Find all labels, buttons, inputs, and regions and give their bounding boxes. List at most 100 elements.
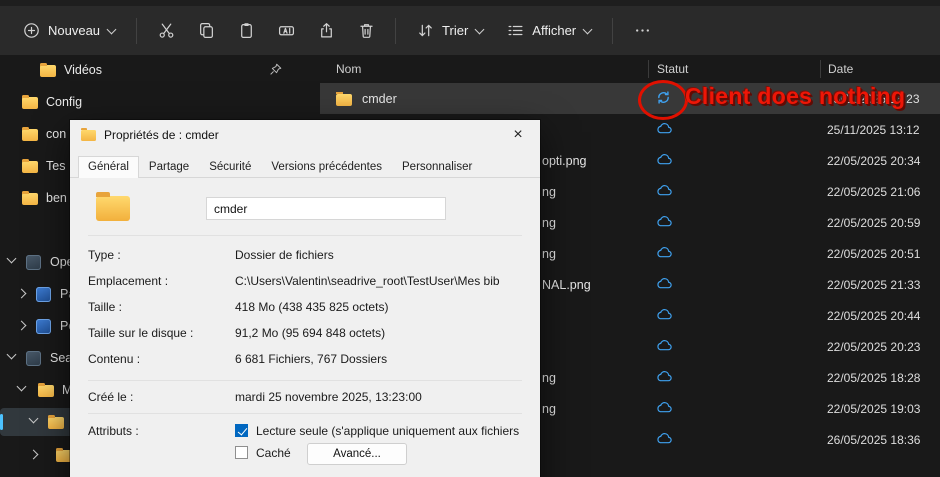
tab-sécurité[interactable]: Sécurité: [199, 156, 261, 178]
scissors-icon: [158, 22, 175, 39]
readonly-checkbox[interactable]: [235, 424, 248, 437]
property-label: Contenu :: [88, 352, 235, 366]
file-date: 26/05/2025 18:36: [820, 433, 940, 447]
chevron-right-icon[interactable]: [29, 450, 39, 460]
rename-button[interactable]: [267, 14, 305, 48]
folder-name-input[interactable]: [206, 197, 446, 220]
chevron-down-icon: [583, 24, 593, 34]
column-headers: Nom Statut Date: [320, 55, 940, 82]
sidebar-item-label: Vidéos: [64, 63, 102, 77]
sidebar-item-config[interactable]: Config: [0, 88, 310, 116]
cloud-status-icon: [656, 370, 673, 385]
file-date: 22/05/2025 21:33: [820, 278, 940, 292]
sidebar-item-label: Sea: [50, 351, 72, 365]
status-cell: [648, 246, 820, 261]
new-button-label: Nouveau: [48, 23, 100, 38]
toolbar-divider: [612, 18, 613, 44]
file-name-fragment: opti.png: [542, 154, 586, 168]
property-row: Type :Dossier de fichiers: [88, 248, 522, 262]
file-name-fragment: ng: [542, 216, 556, 230]
tab-partage[interactable]: Partage: [139, 156, 199, 178]
status-cell: [648, 184, 820, 199]
folder-icon: [22, 127, 38, 141]
chevron-down-icon[interactable]: [17, 382, 27, 392]
tab-général[interactable]: Général: [78, 156, 139, 178]
chevron-down-icon[interactable]: [29, 414, 39, 424]
hidden-checkbox[interactable]: [235, 446, 248, 459]
sidebar-item-label: con: [46, 127, 66, 141]
view-button[interactable]: Afficher: [496, 15, 602, 46]
advanced-button[interactable]: Avancé...: [307, 443, 407, 465]
file-name-fragment: ng: [542, 247, 556, 261]
new-button[interactable]: Nouveau: [12, 15, 126, 46]
property-label: Emplacement :: [88, 274, 235, 288]
more-options-button[interactable]: [623, 14, 661, 48]
attributes-section: Attributs : Lecture seule (s'applique un…: [88, 414, 522, 477]
chevron-down-icon: [475, 24, 485, 34]
chevron-down-icon: [107, 24, 117, 34]
close-icon[interactable]: ×: [496, 120, 540, 150]
delete-button[interactable]: [347, 14, 385, 48]
sort-icon: [417, 22, 434, 39]
folder-icon: [22, 191, 38, 205]
chevron-right-icon[interactable]: [17, 289, 27, 299]
dialog-title: Propriétés de : cmder: [104, 128, 219, 142]
property-label: Type :: [88, 248, 235, 262]
cut-button[interactable]: [147, 14, 185, 48]
pin-icon: [269, 63, 282, 81]
cloud-status-icon: [656, 184, 673, 199]
property-row: Taille :418 Mo (438 435 825 octets): [88, 300, 522, 314]
column-header-date[interactable]: Date: [820, 60, 940, 78]
chevron-down-icon[interactable]: [7, 254, 17, 264]
cloud-status-icon: [656, 246, 673, 261]
trash-icon: [358, 22, 375, 39]
property-value: 91,2 Mo (95 694 848 octets): [235, 326, 522, 340]
folder-icon: [48, 415, 64, 429]
cloud-status-icon: [656, 339, 673, 354]
folder-icon: [22, 159, 38, 173]
chevron-right-icon[interactable]: [17, 321, 27, 331]
folder-name-row: [88, 188, 522, 235]
tab-personnaliser[interactable]: Personnaliser: [392, 156, 482, 178]
cloud-status-icon: [656, 277, 673, 292]
folder-icon: [38, 383, 54, 397]
created-label: Créé le :: [88, 390, 235, 404]
sort-button[interactable]: Trier: [406, 15, 494, 46]
sidebar-item-label: Config: [46, 95, 82, 109]
annotation-text: Client does nothing: [685, 83, 905, 110]
command-bar: Nouveau Trier Afficher: [0, 6, 940, 55]
property-value: 418 Mo (438 435 825 octets): [235, 300, 522, 314]
chevron-down-icon[interactable]: [7, 350, 17, 360]
copy-button[interactable]: [187, 14, 225, 48]
sidebar-item-label: Tes: [46, 159, 65, 173]
toolbar-divider: [136, 18, 137, 44]
tab-versions-précédentes[interactable]: Versions précédentes: [261, 156, 392, 178]
cloud-status-icon: [656, 308, 673, 323]
file-date: 22/05/2025 18:28: [820, 371, 940, 385]
hidden-label: Caché: [256, 446, 291, 460]
property-row: Emplacement :C:\Users\Valentin\seadrive_…: [88, 274, 522, 288]
folder-icon: [81, 130, 96, 141]
column-header-nom[interactable]: Nom: [320, 62, 648, 76]
cloud-status-icon: [656, 432, 673, 447]
readonly-label: Lecture seule (s'applique uniquement aux…: [256, 424, 522, 438]
file-name-fragment: ng: [542, 185, 556, 199]
paste-button[interactable]: [227, 14, 265, 48]
created-section: Créé le : mardi 25 novembre 2025, 13:23:…: [88, 381, 522, 413]
cloud-status-icon: [656, 401, 673, 416]
share-button[interactable]: [307, 14, 345, 48]
sort-button-label: Trier: [442, 23, 468, 38]
status-cell: [648, 308, 820, 323]
column-header-statut[interactable]: Statut: [648, 60, 820, 78]
dialog-title-bar[interactable]: Propriétés de : cmder ×: [70, 120, 540, 150]
file-date: 22/05/2025 20:59: [820, 216, 940, 230]
sidebar-item-vidéos[interactable]: Vidéos: [0, 56, 310, 84]
property-row: Taille sur le disque :91,2 Mo (95 694 84…: [88, 326, 522, 340]
file-name-cell: cmder: [320, 92, 648, 106]
folder-icon: [336, 92, 352, 106]
annotation-circle: [638, 80, 688, 120]
cloud-status-icon: [656, 215, 673, 230]
file-date: 22/05/2025 20:34: [820, 154, 940, 168]
toolbar-divider: [395, 18, 396, 44]
dialog-general-page: Type :Dossier de fichiers Emplacement :C:…: [70, 178, 540, 477]
